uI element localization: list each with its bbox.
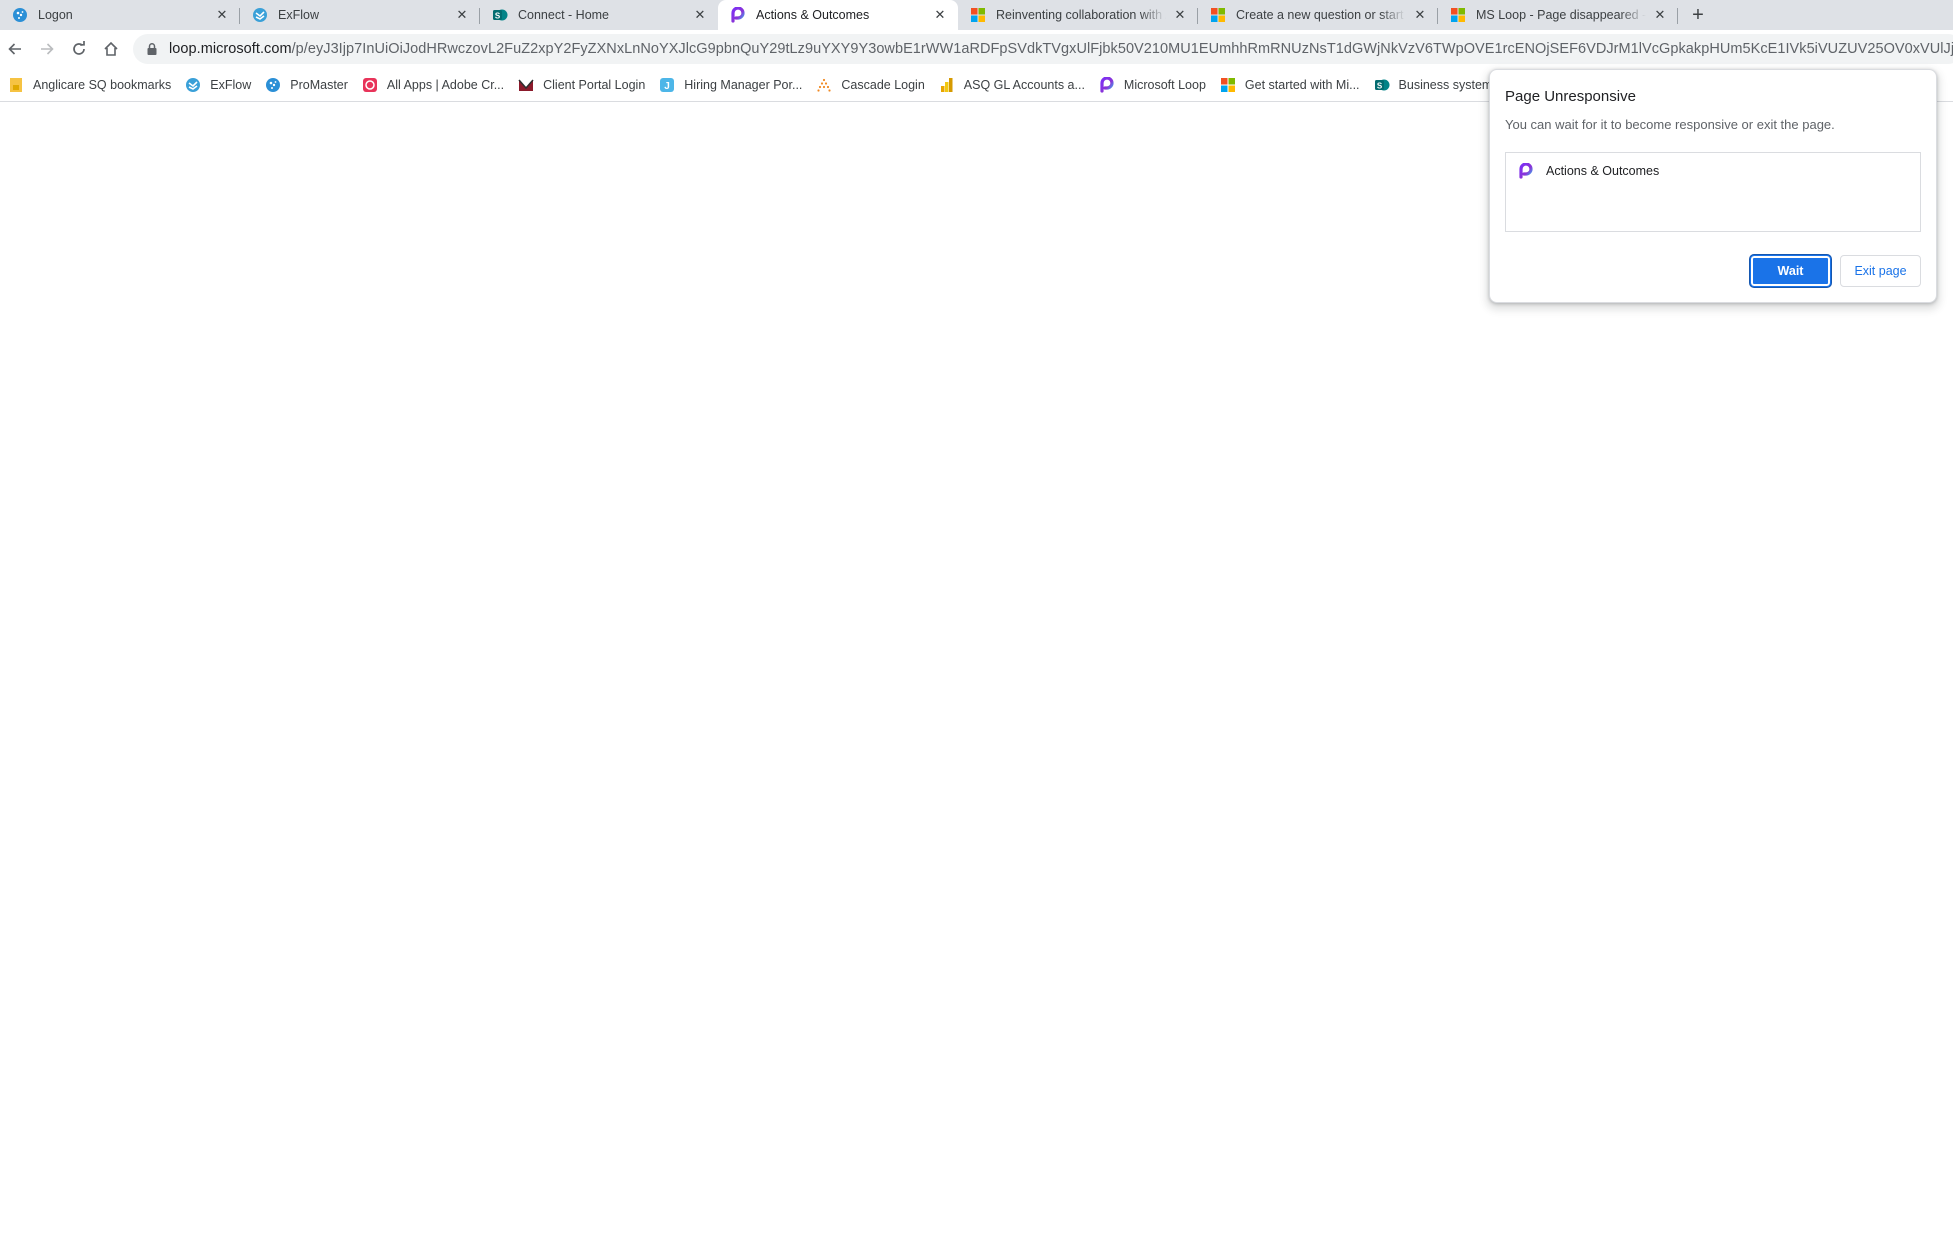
- tab-exflow[interactable]: ExFlow ✕: [240, 0, 480, 30]
- bookmark-exflow[interactable]: ExFlow: [185, 71, 259, 99]
- adobe-cc-icon: [362, 77, 378, 93]
- home-button[interactable]: [97, 35, 125, 63]
- dialog-message: You can wait for it to become responsive…: [1505, 117, 1835, 132]
- close-icon[interactable]: ✕: [1412, 7, 1428, 23]
- promaster-globe-icon: [12, 7, 28, 23]
- powerbi-icon: [939, 77, 955, 93]
- bookmark-label: Cascade Login: [841, 77, 925, 92]
- microsoft-icon: [970, 7, 986, 23]
- home-icon: [104, 41, 118, 56]
- tab-title: Create a new question or start a discuss…: [1236, 8, 1406, 22]
- sharepoint-icon: [492, 7, 508, 23]
- tab-logon[interactable]: Logon ✕: [0, 0, 240, 30]
- tab-title: Logon: [38, 8, 73, 22]
- promaster-globe-icon: [265, 77, 281, 93]
- bookmark-hiring-manager[interactable]: Hiring Manager Por...: [659, 71, 810, 99]
- cascade-icon: [816, 77, 832, 93]
- close-icon[interactable]: ✕: [454, 7, 470, 23]
- bookmark-label: Microsoft Loop: [1123, 77, 1206, 92]
- reload-icon: [73, 41, 85, 55]
- bookmark-label: ProMaster: [290, 77, 348, 92]
- unresponsive-pages-list: Actions & Outcomes: [1505, 152, 1921, 232]
- microsoft-icon: [1210, 7, 1226, 23]
- tab-ms-loop-page-disappeared[interactable]: MS Loop - Page disappeared - Microsoft ✕: [1438, 0, 1678, 30]
- bookmark-label: ASQ GL Accounts a...: [963, 77, 1085, 92]
- client-portal-icon: [518, 77, 534, 93]
- bookmark-label: All Apps | Adobe Cr...: [386, 77, 505, 92]
- microsoft-icon: [1450, 7, 1466, 23]
- tab-strip: Logon ✕ ExFlow ✕ Connect - Home ✕ Action…: [0, 0, 1953, 30]
- bookmark-anglicare-sq[interactable]: Anglicare SQ bookmarks: [8, 71, 179, 99]
- bookmark-label: Hiring Manager Por...: [684, 77, 803, 92]
- arrow-left-icon: [8, 43, 21, 55]
- bookmark-asq-gl-accounts[interactable]: ASQ GL Accounts a...: [939, 71, 1093, 99]
- exit-page-button[interactable]: Exit page: [1840, 255, 1921, 287]
- j-icon: [659, 77, 675, 93]
- bookmark-label: Anglicare SQ bookmarks: [33, 77, 172, 92]
- page-unresponsive-dialog: Page Unresponsive You can wait for it to…: [1489, 69, 1937, 303]
- microsoft-icon: [1220, 77, 1236, 93]
- tab-actions-outcomes[interactable]: Actions & Outcomes ✕: [718, 0, 958, 30]
- bookmark-get-started[interactable]: Get started with Mi...: [1220, 71, 1368, 99]
- close-icon[interactable]: ✕: [214, 7, 230, 23]
- bookmark-cascade-login[interactable]: Cascade Login: [816, 71, 932, 99]
- url-path: /p/eyJ3Ijp7InUiOiJodHRwczovL2FuZ2xpY2FyZ…: [291, 41, 1953, 57]
- close-icon[interactable]: ✕: [1652, 7, 1668, 23]
- reload-button[interactable]: [65, 35, 93, 63]
- url-text[interactable]: loop.microsoft.com/p/eyJ3Ijp7InUiOiJodHR…: [169, 41, 1953, 57]
- bookmark-label: Client Portal Login: [543, 77, 646, 92]
- sharepoint-icon: [1374, 77, 1390, 93]
- close-icon[interactable]: ✕: [932, 7, 948, 23]
- bookmark-promaster[interactable]: ProMaster: [265, 71, 356, 99]
- close-icon[interactable]: ✕: [692, 7, 708, 23]
- loop-icon: [1099, 77, 1115, 93]
- exflow-icon: [185, 77, 201, 93]
- bookmark-label: ExFlow: [210, 77, 252, 92]
- dialog-title: Page Unresponsive: [1505, 88, 1636, 105]
- lock-icon[interactable]: [145, 42, 159, 56]
- back-button[interactable]: [1, 35, 29, 63]
- arrow-right-icon: [41, 43, 54, 55]
- forward-button[interactable]: [33, 35, 61, 63]
- list-item: Actions & Outcomes: [1518, 163, 1659, 179]
- tab-title: MS Loop - Page disappeared - Microsoft: [1476, 8, 1646, 22]
- tab-title: ExFlow: [278, 8, 319, 22]
- tab-reinventing-collaboration[interactable]: Reinventing collaboration with AI ✕: [958, 0, 1198, 30]
- close-icon[interactable]: ✕: [1172, 7, 1188, 23]
- bookmark-label: Get started with Mi...: [1244, 77, 1360, 92]
- exflow-icon: [252, 7, 268, 23]
- url-host: loop.microsoft.com: [169, 41, 292, 57]
- bookmark-microsoft-loop[interactable]: Microsoft Loop: [1099, 71, 1214, 99]
- tab-title: Actions & Outcomes: [756, 8, 870, 22]
- bookmark-adobe-all-apps[interactable]: All Apps | Adobe Cr...: [362, 71, 512, 99]
- tab-create-question[interactable]: Create a new question or start a discuss…: [1198, 0, 1438, 30]
- folder-icon: [8, 77, 24, 93]
- tab-connect-home[interactable]: Connect - Home ✕: [480, 0, 718, 30]
- tab-divider: [1677, 8, 1678, 24]
- wait-button[interactable]: Wait: [1750, 255, 1831, 287]
- bookmark-client-portal[interactable]: Client Portal Login: [518, 71, 653, 99]
- loop-icon: [730, 7, 746, 23]
- page-title: Actions & Outcomes: [1546, 164, 1660, 178]
- new-tab-button[interactable]: +: [1686, 3, 1710, 27]
- loop-icon: [1518, 163, 1534, 179]
- tab-title: Reinventing collaboration with AI: [996, 8, 1166, 22]
- tab-title: Connect - Home: [518, 8, 610, 22]
- address-bar[interactable]: loop.microsoft.com/p/eyJ3Ijp7InUiOiJodHR…: [133, 34, 1953, 64]
- browser-toolbar: loop.microsoft.com/p/eyJ3Ijp7InUiOiJodHR…: [0, 30, 1953, 68]
